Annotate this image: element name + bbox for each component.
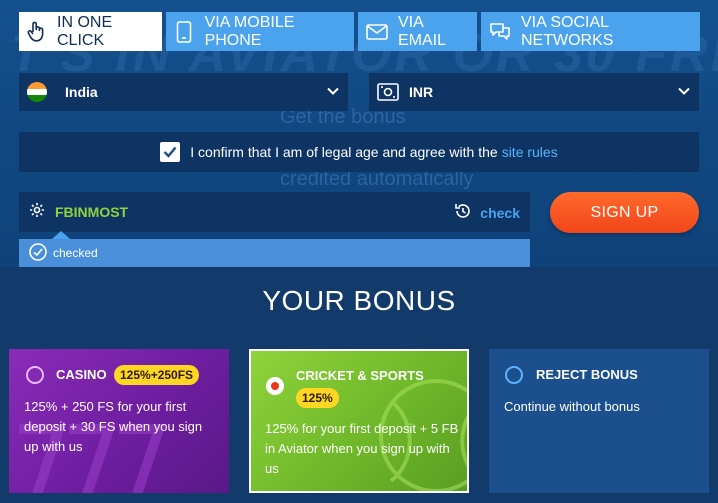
country-select[interactable]: India xyxy=(19,73,348,111)
confirm-text: I confirm that I am of legal age and agr… xyxy=(190,144,498,160)
promo-status-pointer xyxy=(52,231,70,239)
currency-icon xyxy=(377,83,399,101)
bonus-card-description: 125% for your first deposit + 5 FB in Av… xyxy=(265,421,459,476)
bonus-card-reject[interactable]: REJECT BONUS Continue without bonus xyxy=(489,349,709,493)
currency-value: INR xyxy=(409,84,434,100)
registration-panel: T'S IN AVIATOR OR 30 FREE SPINS A Get th… xyxy=(0,0,718,267)
mobile-phone-icon xyxy=(174,20,195,43)
tab-label: VIA MOBILE PHONE xyxy=(204,13,295,49)
tab-in-one-click[interactable]: IN ONE CLICK xyxy=(19,12,162,51)
bonus-radio-casino[interactable] xyxy=(26,366,44,384)
gear-icon xyxy=(29,202,45,223)
country-value: India xyxy=(65,84,98,100)
promo-code-value: FBINMOST xyxy=(55,204,129,220)
chat-bubbles-icon xyxy=(489,21,511,43)
registration-tabs: IN ONE CLICK VIA MOBILE PHONE VIA EMAIL xyxy=(19,12,700,51)
bonus-radio-reject[interactable] xyxy=(505,366,523,384)
bonus-card-casino[interactable]: CASINO 125%+250FS 125% + 250 FS for your… xyxy=(9,349,229,493)
tab-via-social-networks[interactable]: VIA SOCIAL NETWORKS xyxy=(481,12,700,51)
envelope-icon xyxy=(366,21,388,43)
bonus-card-name: CASINO xyxy=(56,367,107,382)
promo-status-bar: checked xyxy=(19,239,530,267)
bonus-card-name: CRICKET & SPORTS xyxy=(296,368,424,383)
legal-age-checkbox[interactable] xyxy=(160,142,181,162)
bonus-section-title: YOUR BONUS xyxy=(262,285,456,316)
tab-label: VIA SOCIAL NETWORKS xyxy=(521,13,614,49)
refresh-icon xyxy=(454,202,472,223)
chevron-down-icon xyxy=(677,84,691,101)
pointer-hand-icon xyxy=(27,21,47,43)
tab-via-mobile-phone[interactable]: VIA MOBILE PHONE xyxy=(166,12,354,51)
bonus-radio-cricket-sports[interactable] xyxy=(266,377,284,395)
site-rules-link[interactable]: site rules xyxy=(502,144,558,160)
promo-code-field[interactable]: FBINMOST check xyxy=(19,192,530,232)
bonus-card-cricket-sports[interactable]: CRICKET & SPORTS 125% 125% for your firs… xyxy=(249,349,469,493)
tab-label: VIA EMAIL xyxy=(398,13,447,49)
check-circle-icon xyxy=(29,242,47,264)
sign-up-button[interactable]: SIGN UP xyxy=(550,192,699,233)
check-promo-button[interactable]: check xyxy=(454,202,520,223)
currency-select[interactable]: INR xyxy=(369,73,699,111)
tab-label: IN ONE CLICK xyxy=(57,13,113,49)
bonus-badge: 125% xyxy=(296,388,339,408)
legal-age-confirmation: I confirm that I am of legal age and agr… xyxy=(19,132,699,172)
india-flag-icon xyxy=(27,82,47,102)
check-label: check xyxy=(480,204,520,221)
bonus-card-description: Continue without bonus xyxy=(504,399,640,414)
chevron-down-icon xyxy=(326,84,340,101)
bonus-card-name: REJECT BONUS xyxy=(536,367,638,382)
promo-status-text: checked xyxy=(53,246,98,260)
bonus-card-description: 125% + 250 FS for your first deposit + 3… xyxy=(24,399,203,454)
bonus-badge: 125%+250FS xyxy=(114,365,200,385)
tab-via-email[interactable]: VIA EMAIL xyxy=(358,12,477,51)
